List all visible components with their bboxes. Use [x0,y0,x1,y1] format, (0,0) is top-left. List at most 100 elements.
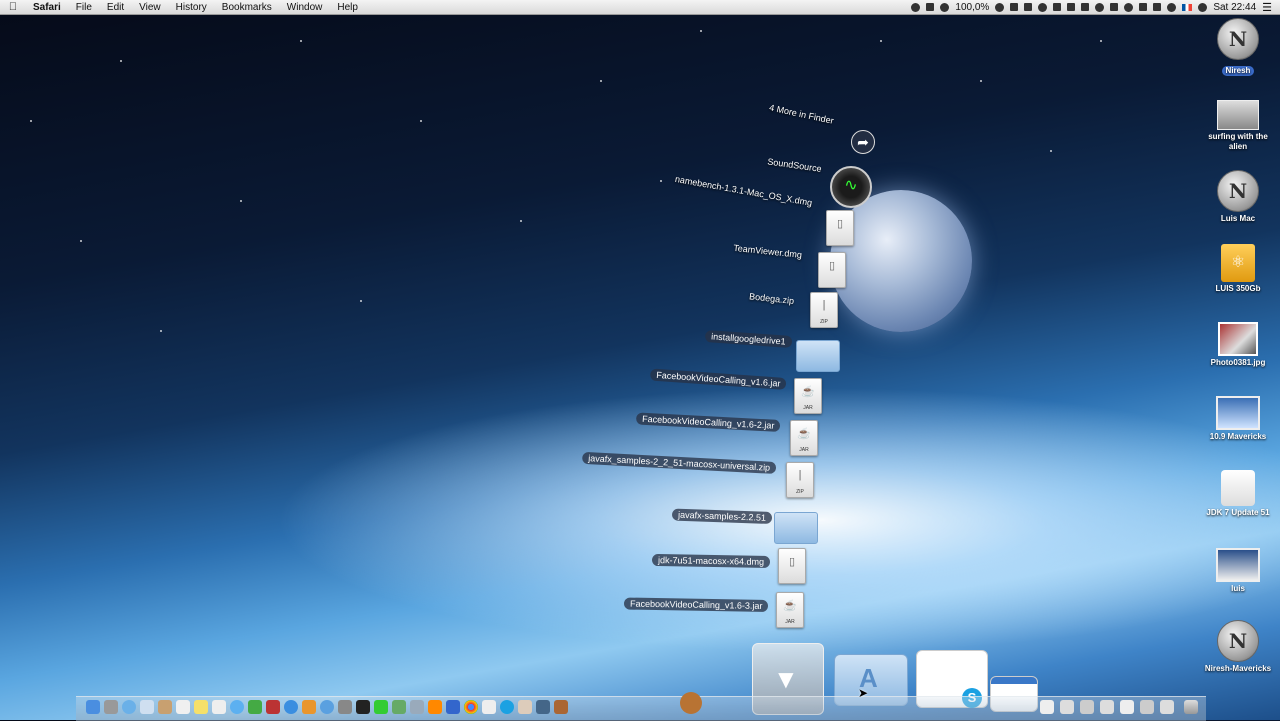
stack-label[interactable]: SoundSource [767,156,822,173]
volume-icon[interactable] [1167,2,1177,12]
menu-view[interactable]: View [132,2,169,13]
camera-icon[interactable] [1024,3,1033,11]
menu-help[interactable]: Help [330,2,366,13]
vine-icon[interactable] [374,700,388,714]
time-machine-icon[interactable] [1124,2,1134,12]
menu-window[interactable]: Window [280,2,331,13]
messages-icon[interactable] [230,700,244,714]
soundsource-icon[interactable]: ∿ [830,166,872,208]
dmg-file-icon[interactable]: ▯ [826,210,854,246]
skype-icon[interactable] [500,700,514,714]
photo-booth-icon[interactable] [266,700,280,714]
menu-file[interactable]: File [69,2,100,13]
stack-label[interactable]: FacebookVideoCalling_v1.6.jar [649,368,787,390]
ibooks-icon[interactable] [302,700,316,714]
chrome-icon[interactable] [464,700,478,714]
document-icon[interactable] [1060,700,1074,714]
sync-icon[interactable] [995,2,1005,12]
document-icon[interactable] [1080,700,1094,714]
zip-file-icon[interactable]: | ZIP [786,462,814,498]
vlc-icon[interactable] [428,700,442,714]
stack-label[interactable]: jdk-7u51-macosx-x64.dmg [651,553,771,568]
list-icon[interactable]: ☰ [1262,1,1272,14]
network-icon[interactable] [410,700,424,714]
document-icon[interactable] [1160,700,1174,714]
garageband-icon[interactable] [554,700,568,714]
finder-icon[interactable] [86,700,100,714]
desktop-icon[interactable]: luis [1200,548,1276,594]
dropbox-icon[interactable] [1053,3,1062,11]
terminal-icon[interactable] [356,700,370,714]
notes-icon[interactable] [194,700,208,714]
language-flag-icon[interactable] [1182,3,1193,11]
monitor-icon[interactable] [1010,3,1019,11]
game-icon[interactable] [1081,3,1090,11]
stack-label[interactable]: Bodega.zip [749,291,795,306]
menu-app-safari[interactable]: Safari [26,2,69,13]
jar-file-icon[interactable]: ☕ JAR [794,378,822,414]
desktop-icon[interactable]: 10.9 Mavericks [1200,396,1276,442]
menu-history[interactable]: History [169,2,215,13]
stack-label[interactable]: javafx_samples-2_2_51-macosx-universal.z… [581,451,777,474]
system-preferences-icon[interactable] [338,700,352,714]
app-icon[interactable] [1067,3,1076,11]
menu-bookmarks[interactable]: Bookmarks [215,2,280,13]
launchpad-icon[interactable] [104,700,118,714]
desktop-icon[interactable]: N Luis Mac [1200,170,1276,224]
document-icon[interactable] [1140,700,1154,714]
desktop-icon[interactable]: ⚛ LUIS 350Gb [1200,244,1276,294]
folder-icon[interactable] [796,340,840,372]
utility-icon[interactable] [1110,3,1119,11]
calendar-icon[interactable] [176,700,190,714]
stack-label[interactable]: javafx-samples-2.2.51 [671,508,773,524]
utorrent-icon[interactable] [392,700,406,714]
apple-menu-icon[interactable]:  [0,1,26,13]
battery-percent[interactable]: 100,0% [955,2,989,13]
reminders-icon[interactable] [212,700,226,714]
desktop-icon[interactable]: JDK 7 Update 51 [1200,470,1276,518]
contacts-icon[interactable] [158,700,172,714]
gear-icon[interactable] [1095,2,1105,12]
dmg-file-icon[interactable]: ▯ [778,548,806,584]
textedit-icon[interactable] [482,700,496,714]
jar-file-icon[interactable]: ☕ JAR [790,420,818,456]
desktop-icon[interactable]: N Niresh-Mavericks [1200,620,1276,674]
document-icon[interactable] [1120,700,1134,714]
dmg-file-icon[interactable]: ▯ [818,252,846,288]
bluetooth-icon[interactable] [1139,3,1148,11]
safari-icon[interactable] [122,700,136,714]
mail-icon[interactable] [140,700,154,714]
desktop-icon[interactable]: Photo0381.jpg [1200,322,1276,368]
trash-icon[interactable] [1184,700,1198,714]
jar-file-icon[interactable]: ☕ JAR [776,592,804,628]
document-icon[interactable] [1040,700,1054,714]
stack-label[interactable]: FacebookVideoCalling_v1.6-3.jar [623,597,769,612]
record-icon[interactable] [911,2,921,12]
preview-icon[interactable] [518,700,532,714]
stack-label[interactable]: TeamViewer.dmg [733,243,803,260]
battery-icon[interactable] [940,2,950,12]
zip-file-icon[interactable]: | ZIP [810,292,838,328]
more-in-finder-arrow-icon[interactable]: ➦ [851,130,875,154]
facetime-icon[interactable] [248,700,262,714]
wifi-icon[interactable] [1153,3,1162,11]
stack-label[interactable]: namebench-1.3.1-Mac_OS_X.dmg [674,174,813,208]
desktop-icon[interactable]: N Niresh [1200,18,1276,78]
teamviewer-icon[interactable] [446,700,460,714]
user-icon[interactable] [1198,2,1208,12]
folder-icon[interactable] [774,512,818,544]
stack-label[interactable]: installgoogledrive1 [705,329,793,348]
settings-icon[interactable] [1038,2,1048,12]
itunes-icon[interactable] [284,700,298,714]
desktop-icon[interactable]: surfing with the alien [1200,100,1276,152]
iphoto-icon[interactable] [536,700,550,714]
stack-more-label[interactable]: 4 More in Finder [769,102,835,125]
app-store-icon[interactable] [320,700,334,714]
screen-icon[interactable] [926,3,935,11]
clock[interactable]: Sat 22:44 [1213,2,1256,13]
stack-label[interactable]: FacebookVideoCalling_v1.6-2.jar [635,412,781,432]
downloads-stack-icon[interactable] [680,692,702,714]
menu-edit[interactable]: Edit [100,2,132,13]
mouse-cursor-icon: ➤ [858,686,869,700]
document-icon[interactable] [1100,700,1114,714]
